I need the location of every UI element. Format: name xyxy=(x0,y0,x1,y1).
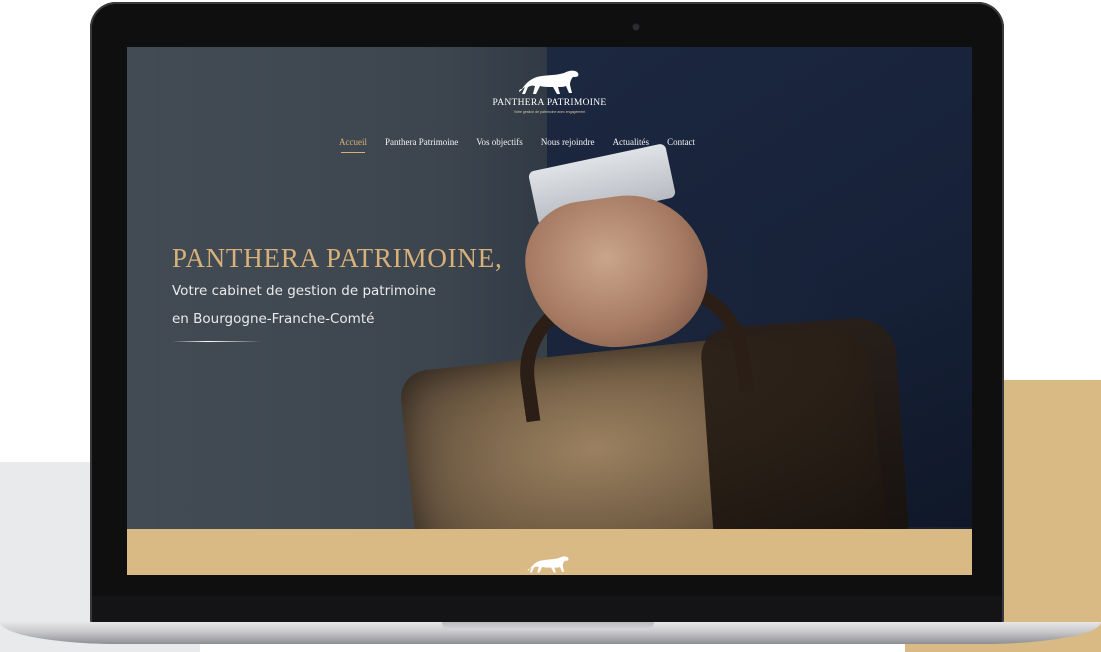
hero-subtitle-line-1: Votre cabinet de gestion de patrimoine xyxy=(172,283,436,299)
nav-item-vos-objectifs[interactable]: Vos objectifs xyxy=(476,137,523,147)
webcam-icon xyxy=(633,24,639,30)
nav-item-label: Panthera Patrimoine xyxy=(384,137,459,147)
brand-name: PANTHERA PATRIMOINE xyxy=(492,98,607,108)
gold-section-band xyxy=(127,529,972,575)
nav-item-actualites[interactable]: Actualités xyxy=(613,137,650,147)
main-nav: Accueil Panthera Patrimoine Vos objectif… xyxy=(339,137,695,153)
hero-divider xyxy=(172,341,262,342)
nav-item-label: Nous rejoindre xyxy=(540,137,595,147)
nav-item-label: Accueil xyxy=(339,137,367,147)
nav-active-indicator xyxy=(341,152,365,153)
nav-item-label: Actualités xyxy=(612,137,650,147)
nav-item-label: Contact xyxy=(667,137,696,147)
hero-subtitle-line-2: en Bourgogne-Franche-Comté xyxy=(172,311,375,327)
laptop-bezel-chin xyxy=(92,596,1002,622)
nav-item-contact[interactable]: Contact xyxy=(667,137,695,147)
brand-tagline: Votre gestion de patrimoine avec engagem… xyxy=(513,110,586,114)
nav-item-panthera-patrimoine[interactable]: Panthera Patrimoine xyxy=(385,137,458,147)
panther-icon xyxy=(518,70,578,94)
nav-item-nous-rejoindre[interactable]: Nous rejoindre xyxy=(541,137,595,147)
hero-title: PANTHERA PATRIMOINE, xyxy=(172,243,503,273)
panther-icon xyxy=(527,556,569,573)
site-logo[interactable]: PANTHERA PATRIMOINE Votre gestion de pat… xyxy=(447,65,652,114)
laptop-base-notch xyxy=(442,622,654,630)
nav-item-label: Vos objectifs xyxy=(476,137,523,147)
nav-item-accueil[interactable]: Accueil xyxy=(339,137,367,153)
laptop-screen: PANTHERA PATRIMOINE Votre gestion de pat… xyxy=(127,47,972,575)
mockup-stage: PANTHERA PATRIMOINE Votre gestion de pat… xyxy=(0,0,1101,652)
